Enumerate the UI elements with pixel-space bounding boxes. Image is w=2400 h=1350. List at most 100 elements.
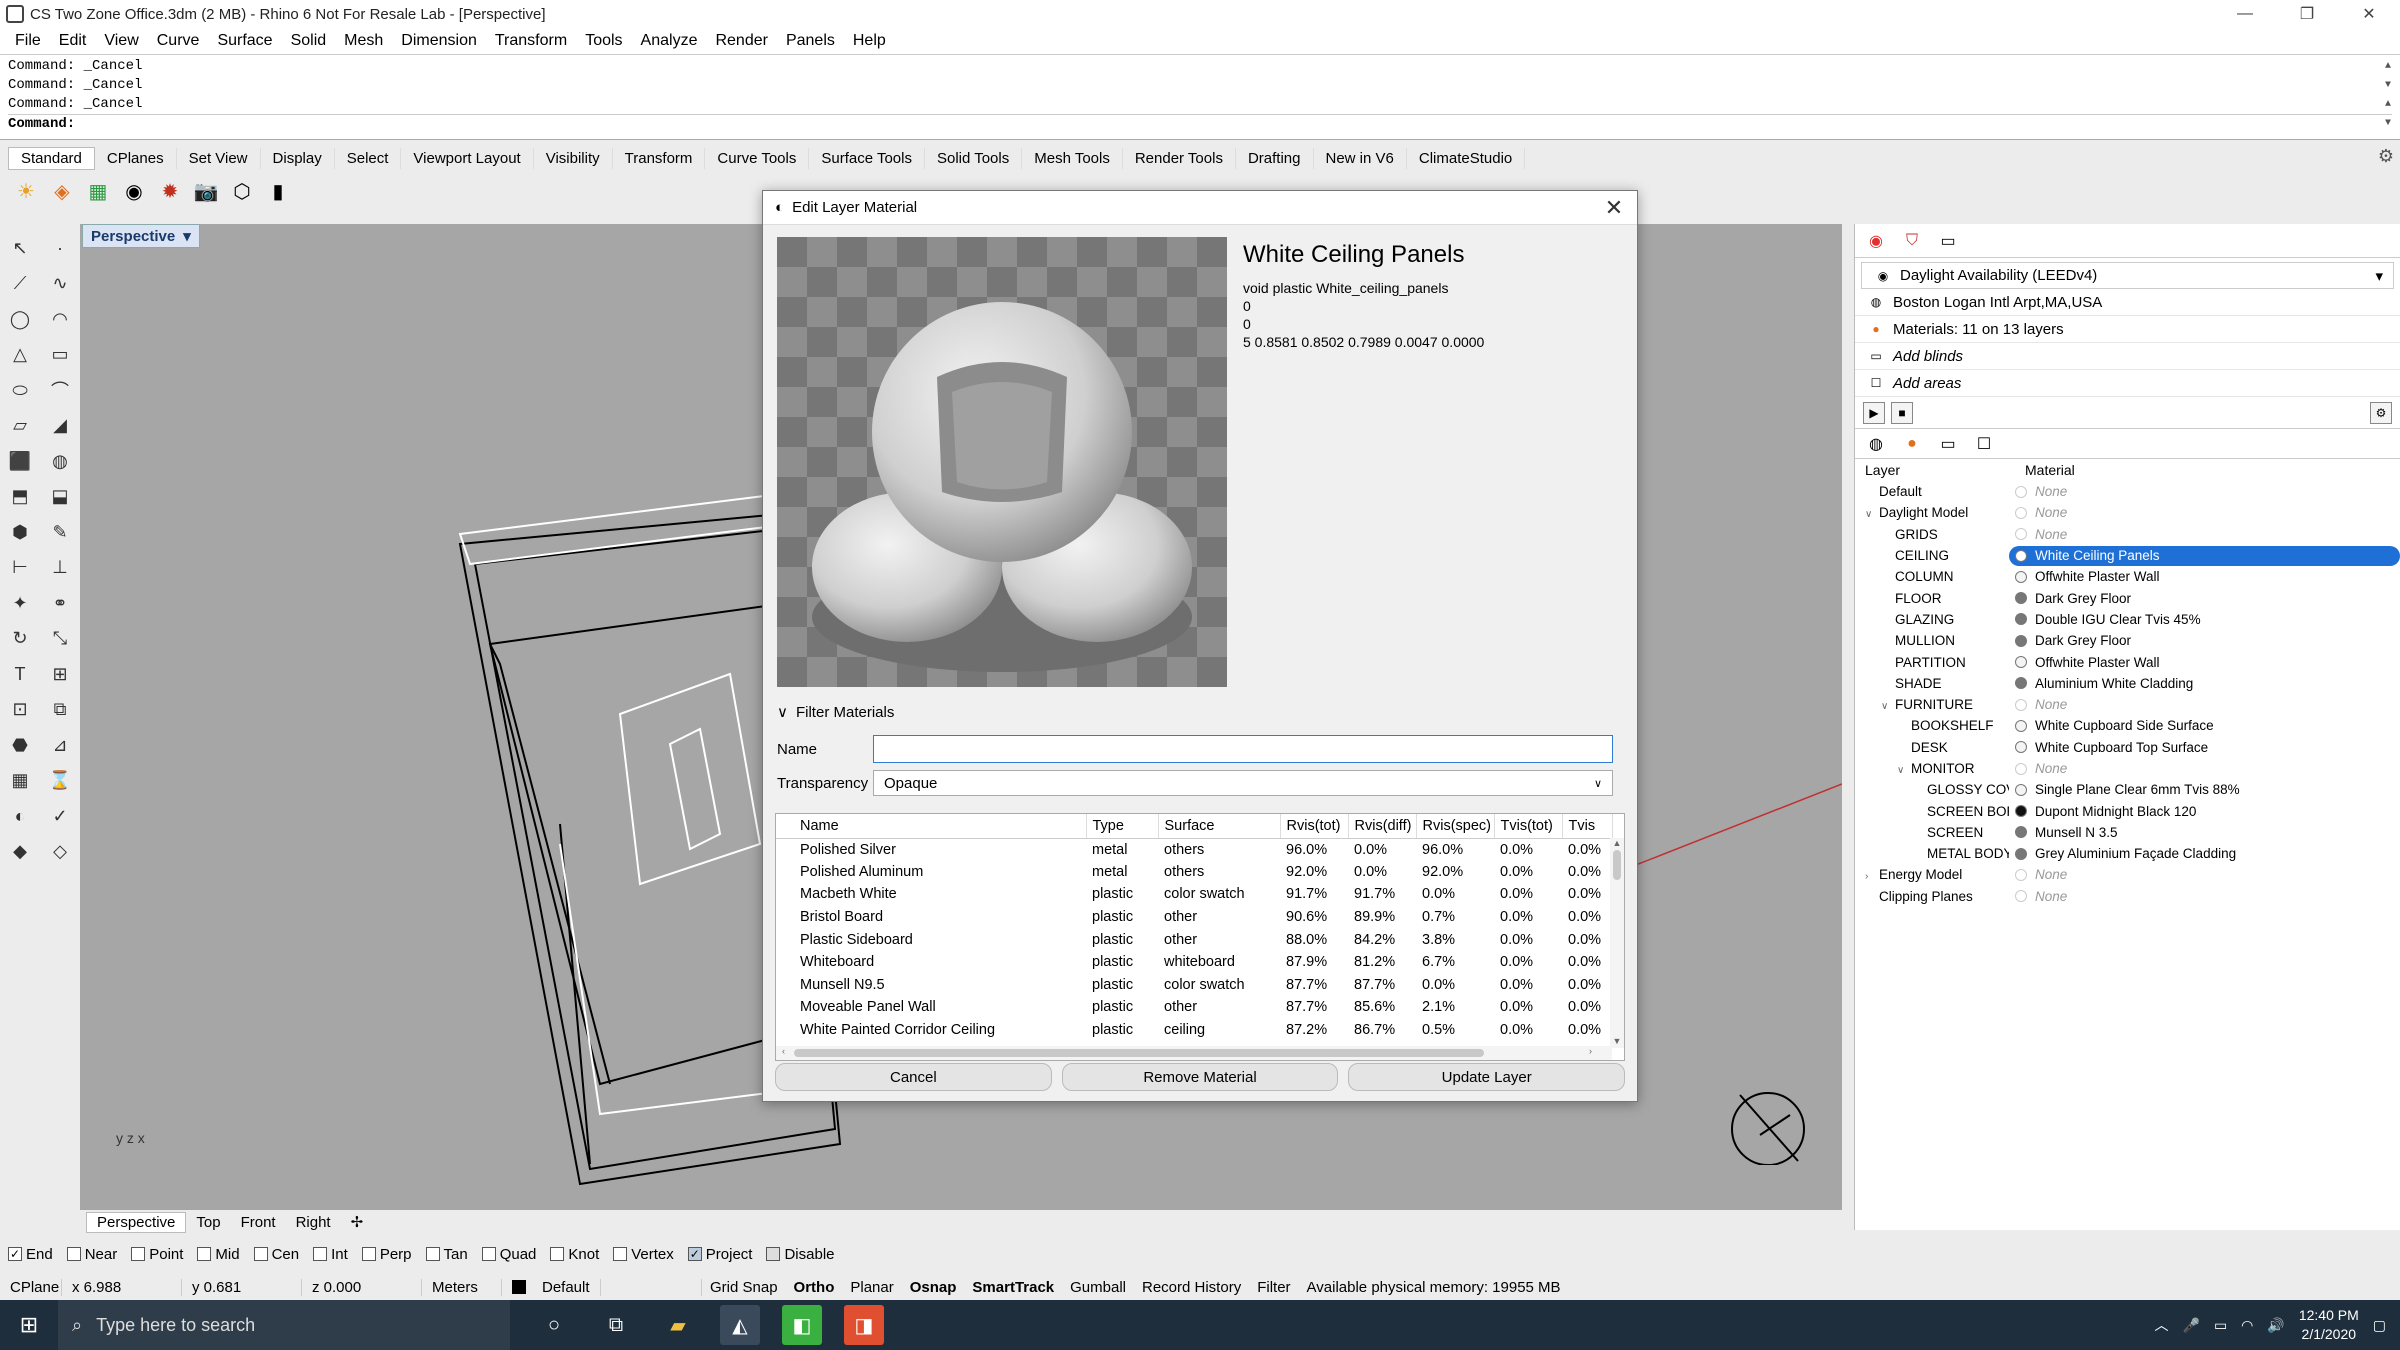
osnap-tan[interactable]: Tan: [425, 1246, 468, 1263]
notifications-icon[interactable]: ▢: [2373, 1317, 2386, 1334]
layer-row[interactable]: Clipping Planes None: [1855, 886, 2400, 907]
checkbox-icon[interactable]: [766, 1247, 781, 1261]
material-row[interactable]: White Painted Corridor Ceiling plastic cei…: [776, 1019, 1612, 1042]
osnap-int[interactable]: Int: [313, 1246, 348, 1263]
material-row[interactable]: Polished Silver metal others 96.0% 0.0% 96.0%…: [776, 838, 1612, 861]
menu-dimension[interactable]: Dimension: [392, 32, 486, 50]
layer-material[interactable]: Dupont Midnight Black 120: [2009, 801, 2400, 821]
layer-row[interactable]: SCREEN Munsell N 3.5: [1855, 822, 2400, 843]
layer-row[interactable]: GLAZING Double IGU Clear Tvis 45%: [1855, 609, 2400, 630]
tab-climatestudio[interactable]: ClimateStudio: [1407, 147, 1526, 169]
location-icon[interactable]: ◍: [1865, 433, 1887, 455]
tab-display[interactable]: Display: [261, 147, 335, 169]
layer-material[interactable]: Dark Grey Floor: [2009, 631, 2400, 651]
shield-icon[interactable]: ⛉: [1901, 230, 1923, 252]
checkbox-icon[interactable]: ✓: [687, 1247, 702, 1261]
color-wheel-icon[interactable]: ◉: [1865, 230, 1887, 252]
column-header[interactable]: Type: [1086, 814, 1159, 839]
grid-snap-toggle[interactable]: Grid Snap: [702, 1279, 786, 1296]
filter-toggle[interactable]: Filter: [1249, 1279, 1298, 1296]
monitor-tab-icon[interactable]: ▭: [1937, 433, 1959, 455]
arc-icon[interactable]: ◠: [44, 305, 76, 333]
rotate-icon[interactable]: ↻: [4, 625, 36, 653]
layer-material[interactable]: Single Plane Clear 6mm Tvis 88%: [2009, 780, 2400, 800]
layer-material[interactable]: Offwhite Plaster Wall: [2009, 567, 2400, 587]
triangle-icon[interactable]: △: [4, 341, 36, 369]
tab-solid-tools[interactable]: Solid Tools: [925, 147, 1023, 169]
taskbar-search[interactable]: ⌕ Type here to search: [58, 1300, 510, 1350]
layer-material[interactable]: White Cupboard Side Surface: [2009, 716, 2400, 736]
block-icon[interactable]: ⊞: [44, 660, 76, 688]
grid-icon[interactable]: ▦: [4, 767, 36, 795]
area-tab-icon[interactable]: ☐: [1973, 433, 1995, 455]
layer-material[interactable]: Offwhite Plaster Wall: [2009, 652, 2400, 672]
weather-icon[interactable]: ☀: [12, 177, 40, 205]
analyze-icon[interactable]: ⊿: [44, 731, 76, 759]
layer-material[interactable]: None: [2009, 886, 2400, 906]
layer-row[interactable]: SHADE Aluminium White Cladding: [1855, 673, 2400, 694]
tray-chevron-icon[interactable]: ︿: [2155, 1315, 2169, 1335]
cancel-button[interactable]: Cancel: [775, 1063, 1052, 1091]
osnap-vertex[interactable]: Vertex: [613, 1246, 674, 1263]
osnap-end[interactable]: ✓ End: [8, 1246, 53, 1263]
layer-material[interactable]: None: [2009, 695, 2400, 715]
stop-icon[interactable]: ■: [1891, 401, 1913, 424]
command-scrollbar[interactable]: ▲ ▼ ▲ ▼: [2380, 57, 2396, 129]
osnap-toggle[interactable]: Osnap: [902, 1279, 965, 1296]
layer-row[interactable]: DESK White Cupboard Top Surface: [1855, 737, 2400, 758]
camera-icon[interactable]: 📷: [192, 177, 220, 205]
dimension-icon[interactable]: ⊢: [4, 554, 36, 582]
planar-toggle[interactable]: Planar: [842, 1279, 901, 1296]
tab-cplanes[interactable]: CPlanes: [95, 147, 177, 169]
layer-material[interactable]: White Ceiling Panels: [2009, 545, 2400, 566]
mirror-icon[interactable]: ⧉: [44, 696, 76, 724]
checkbox-icon[interactable]: [197, 1247, 212, 1261]
update-layer-button[interactable]: Update Layer: [1348, 1063, 1626, 1091]
layer-row[interactable]: COLUMN Offwhite Plaster Wall: [1855, 566, 2400, 587]
ortho-toggle[interactable]: Ortho: [786, 1279, 843, 1296]
circle-icon[interactable]: ◯: [4, 305, 36, 333]
extrude-icon[interactable]: ⬒: [4, 483, 36, 511]
material-row[interactable]: Macbeth White plastic color swatch 91.7% 91.…: [776, 883, 1612, 906]
osnap-point[interactable]: Point: [131, 1246, 183, 1263]
menu-file[interactable]: File: [6, 32, 50, 50]
checkbox-icon[interactable]: [613, 1247, 628, 1261]
smarttrack-toggle[interactable]: SmartTrack: [964, 1279, 1062, 1296]
checkbox-icon[interactable]: [550, 1247, 565, 1261]
text-icon[interactable]: T: [4, 660, 36, 688]
menu-transform[interactable]: Transform: [486, 32, 576, 50]
scale-icon[interactable]: ⤡: [44, 625, 76, 653]
settings-gear-icon[interactable]: ⚙: [2378, 146, 2394, 167]
microphone-icon[interactable]: 🎤: [2183, 1317, 2200, 1334]
cortana-icon[interactable]: ○: [534, 1305, 574, 1345]
material-row[interactable]: Polished Aluminum metal others 92.0% 0.0% 92.…: [776, 861, 1612, 884]
close-icon[interactable]: ✕: [1601, 195, 1627, 221]
weather-location-row[interactable]: ◍ Boston Logan Intl Arpt,MA,USA: [1855, 289, 2400, 316]
layer-material[interactable]: White Cupboard Top Surface: [2009, 737, 2400, 757]
table-horizontal-scrollbar[interactable]: ‹ ›: [776, 1046, 1612, 1060]
layer-row[interactable]: ∨ Daylight Model None: [1855, 502, 2400, 523]
app-green-icon[interactable]: ◧: [782, 1305, 822, 1345]
viewport-label[interactable]: Perspective ▾: [82, 224, 200, 248]
offset-icon[interactable]: ⬓: [44, 483, 76, 511]
osnap-mid[interactable]: Mid: [197, 1246, 240, 1263]
osnap-knot[interactable]: Knot: [550, 1246, 599, 1263]
material-icon[interactable]: ◆: [4, 838, 36, 866]
select-arrow-icon[interactable]: ↖: [4, 234, 36, 262]
wifi-icon[interactable]: ◠: [2241, 1317, 2253, 1334]
name-filter-input[interactable]: [873, 735, 1613, 763]
checkbox-icon[interactable]: [66, 1247, 81, 1261]
materials-icon[interactable]: ◈: [48, 177, 76, 205]
osnap-disable[interactable]: Disable: [766, 1246, 835, 1263]
layer-row[interactable]: PARTITION Offwhite Plaster Wall: [1855, 651, 2400, 672]
polyline-icon[interactable]: ⟋: [4, 270, 36, 298]
sky-icon[interactable]: ◉: [120, 177, 148, 205]
menu-mesh[interactable]: Mesh: [335, 32, 392, 50]
layer-row[interactable]: FLOOR Dark Grey Floor: [1855, 587, 2400, 608]
menu-analyze[interactable]: Analyze: [632, 32, 707, 50]
transform-icon[interactable]: ⊥: [44, 554, 76, 582]
material-row[interactable]: Plastic Sideboard plastic other 88.0% 84.2% 3…: [776, 928, 1612, 951]
add-areas-row[interactable]: ☐ Add areas: [1855, 370, 2400, 397]
add-blinds-row[interactable]: ▭ Add blinds: [1855, 343, 2400, 370]
explode-icon[interactable]: ✦: [4, 589, 36, 617]
